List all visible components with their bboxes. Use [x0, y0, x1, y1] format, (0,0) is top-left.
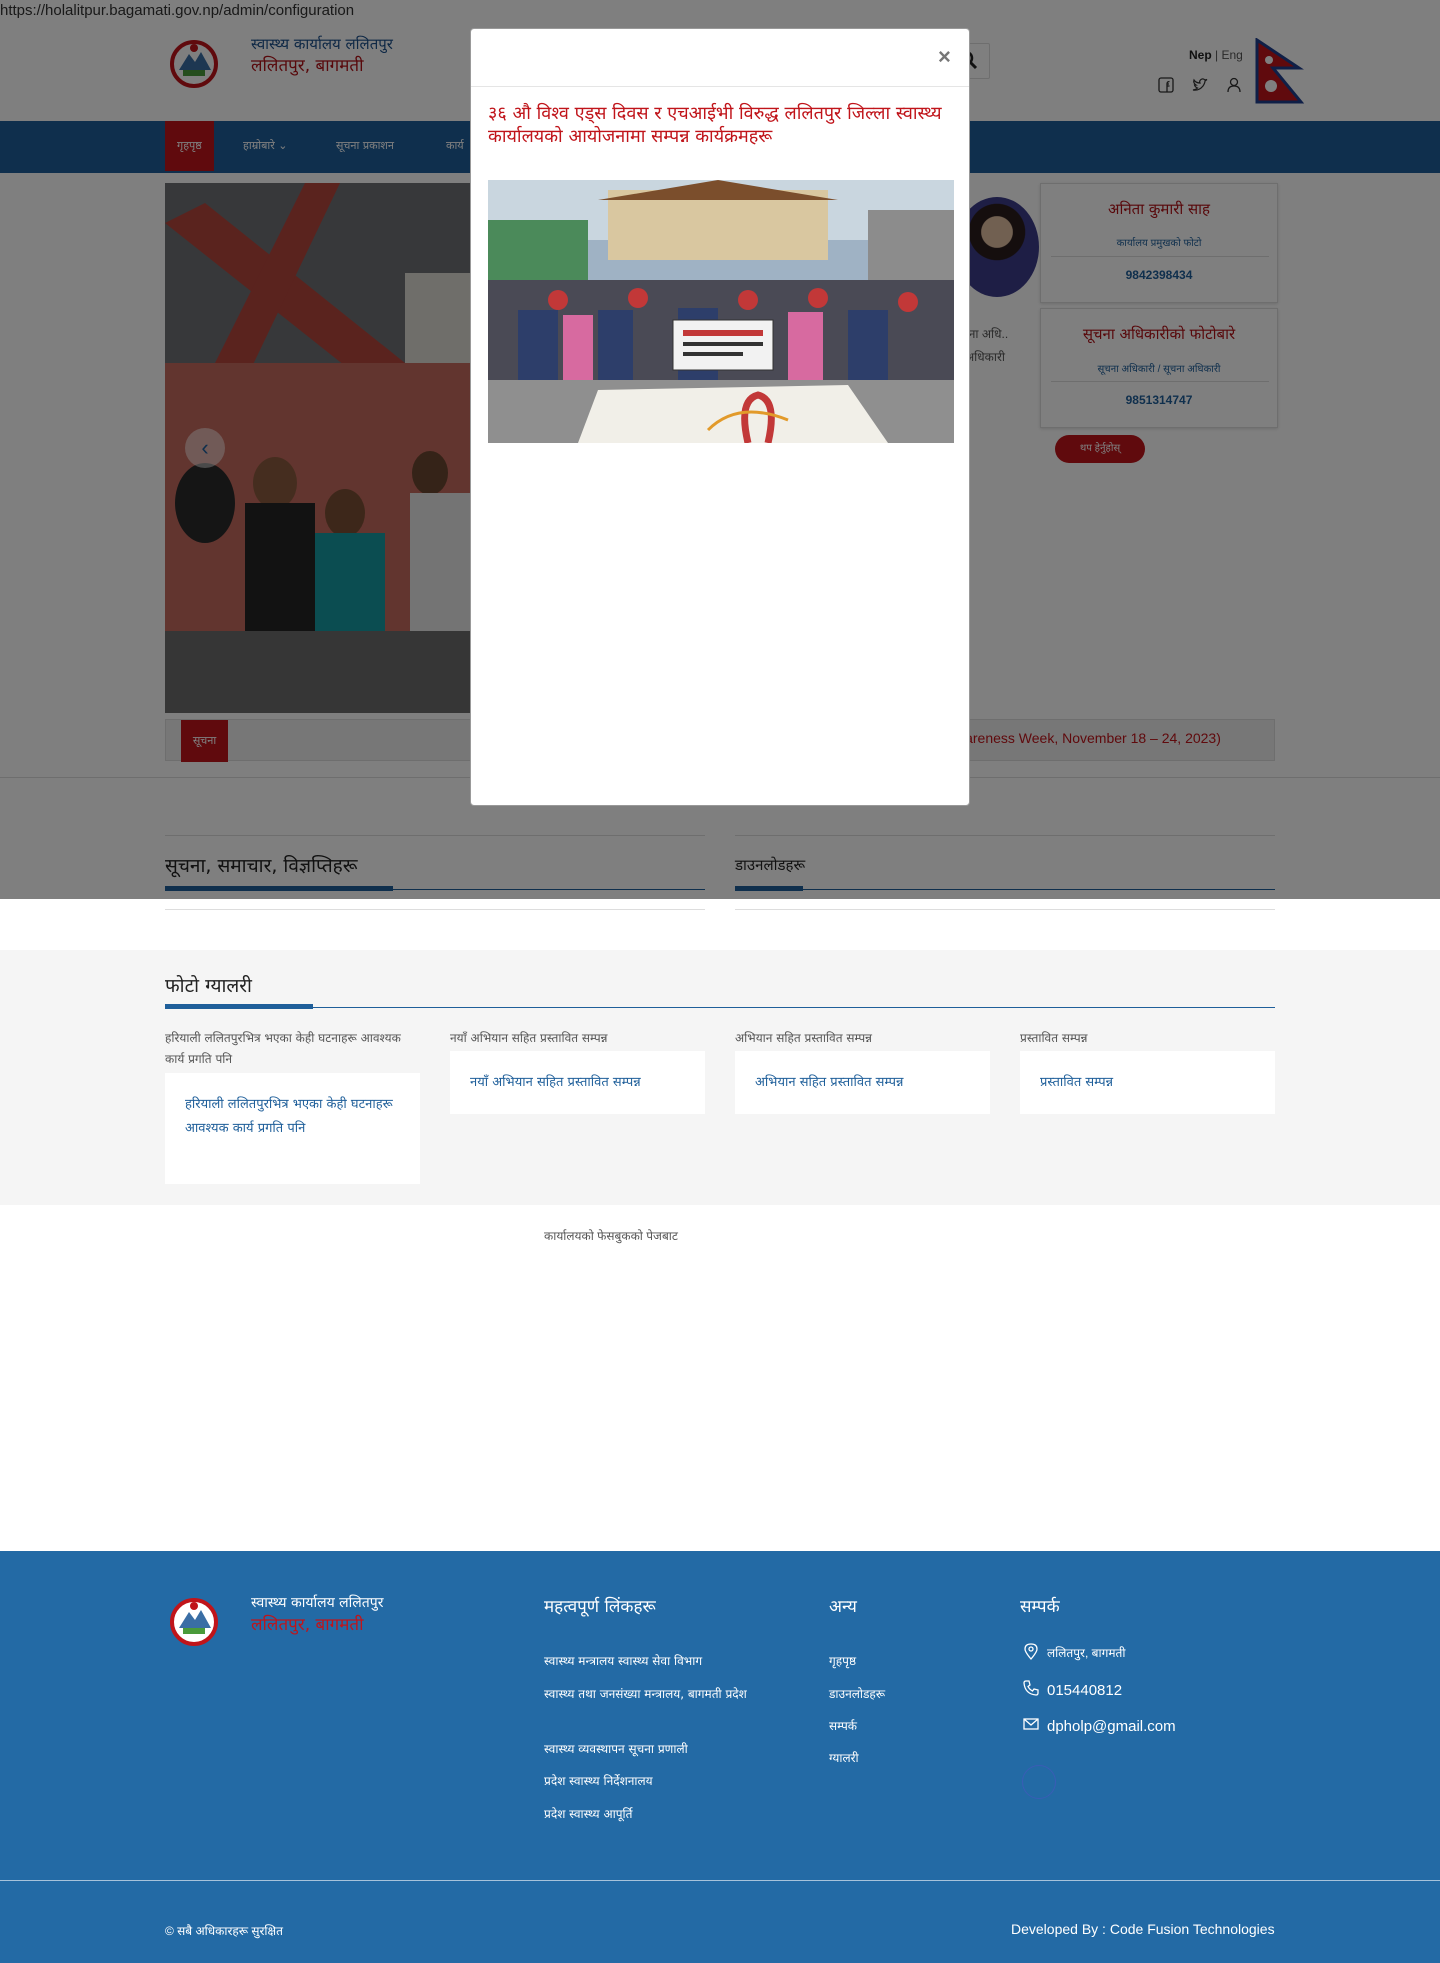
- footer-links-heading: महत्वपूर्ण लिंकहरू: [544, 1597, 656, 1617]
- notice-modal: × ३६ औ विश्व एड्स दिवस र एचआईभी विरुद्ध …: [470, 28, 970, 806]
- phone-icon: [1023, 1680, 1039, 1696]
- gallery-title-rule: [165, 1007, 1275, 1008]
- footer-org-title: स्वास्थ्य कार्यालय ललितपुर: [251, 1595, 384, 1611]
- footer-other-link[interactable]: डाउनलोडहरू: [829, 1683, 885, 1705]
- footer-other-heading: अन्य: [829, 1597, 857, 1617]
- footer-link[interactable]: स्वास्थ्य तथा जनसंख्या मन्त्रालय, बागमती…: [544, 1683, 804, 1705]
- footer-contact-heading: सम्पर्क: [1020, 1597, 1060, 1617]
- footer-link[interactable]: स्वास्थ्य मन्त्रालय स्वास्थ्य सेवा विभाग: [544, 1650, 804, 1672]
- gallery-image-broken[interactable]: अभियान सहित प्रस्तावित सम्पन्न: [735, 1028, 990, 1049]
- footer-org-subtitle: ललितपुर, बागमती: [251, 1615, 364, 1635]
- footer-divider: [0, 1880, 1440, 1881]
- gallery-card[interactable]: अभियान सहित प्रस्तावित सम्पन्न: [735, 1051, 990, 1114]
- modal-title: ३६ औ विश्व एड्स दिवस र एचआईभी विरुद्ध लल…: [488, 103, 942, 147]
- email-icon: [1023, 1718, 1039, 1730]
- downloads-bottom-rule: [735, 909, 1275, 910]
- gallery-image-broken[interactable]: प्रस्तावित सम्पन्न: [1020, 1028, 1275, 1049]
- footer-emblem-logo[interactable]: [165, 1594, 223, 1646]
- gallery-title-accent: [165, 1004, 313, 1009]
- footer-other-link[interactable]: गृहपृष्ठ: [829, 1650, 856, 1672]
- site-footer: स्वास्थ्य कार्यालय ललितपुर ललितपुर, बागम…: [0, 1551, 1440, 1963]
- gallery-section-title: फोटो ग्यालरी: [165, 975, 252, 997]
- footer-address: ललितपुर, बागमती: [1047, 1646, 1126, 1660]
- gallery-image-broken[interactable]: हरियाली ललितपुरभित्र भएका केही घटनाहरू आ…: [165, 1028, 420, 1070]
- modal-event-photo: [488, 180, 954, 443]
- footer-link[interactable]: प्रदेश स्वास्थ्य निर्देशनालय: [544, 1770, 804, 1792]
- gallery-card-title[interactable]: अभियान सहित प्रस्तावित सम्पन्न: [755, 1071, 970, 1095]
- footer-facebook-icon[interactable]: [1022, 1765, 1056, 1799]
- facebook-widget-label[interactable]: कार्यालयको फेसबुकको पेजबाट: [544, 1227, 678, 1244]
- footer-copyright: © सबै अधिकारहरू सुरक्षित: [165, 1924, 283, 1938]
- gallery-card-title[interactable]: प्रस्तावित सम्पन्न: [1040, 1071, 1255, 1095]
- gallery-card[interactable]: प्रस्तावित सम्पन्न: [1020, 1051, 1275, 1114]
- location-pin-icon: [1024, 1643, 1038, 1660]
- gallery-card[interactable]: हरियाली ललितपुरभित्र भएका केही घटनाहरू आ…: [165, 1073, 420, 1184]
- gallery-card[interactable]: नयाँ अभियान सहित प्रस्तावित सम्पन्न: [450, 1051, 705, 1114]
- gallery-card-title[interactable]: हरियाली ललितपुरभित्र भएका केही घटनाहरू आ…: [185, 1093, 400, 1141]
- footer-developer-credit[interactable]: Developed By : Code Fusion Technologies: [1011, 1921, 1275, 1937]
- gallery-card-title[interactable]: नयाँ अभियान सहित प्रस्तावित सम्पन्न: [470, 1071, 685, 1095]
- modal-close-button[interactable]: ×: [938, 44, 951, 70]
- footer-other-link[interactable]: ग्यालरी: [829, 1747, 859, 1769]
- footer-link[interactable]: प्रदेश स्वास्थ्य आपूर्ति: [544, 1803, 804, 1825]
- footer-phone[interactable]: 015440812: [1047, 1682, 1122, 1699]
- footer-email[interactable]: dpholp@gmail.com: [1047, 1718, 1176, 1735]
- news-bottom-rule: [165, 909, 705, 910]
- footer-other-link[interactable]: सम्पर्क: [829, 1715, 857, 1737]
- modal-header: [471, 29, 969, 87]
- gallery-image-broken[interactable]: नयाँ अभियान सहित प्रस्तावित सम्पन्न: [450, 1028, 705, 1049]
- footer-link[interactable]: स्वास्थ्य व्यवस्थापन सूचना प्रणाली: [544, 1738, 804, 1760]
